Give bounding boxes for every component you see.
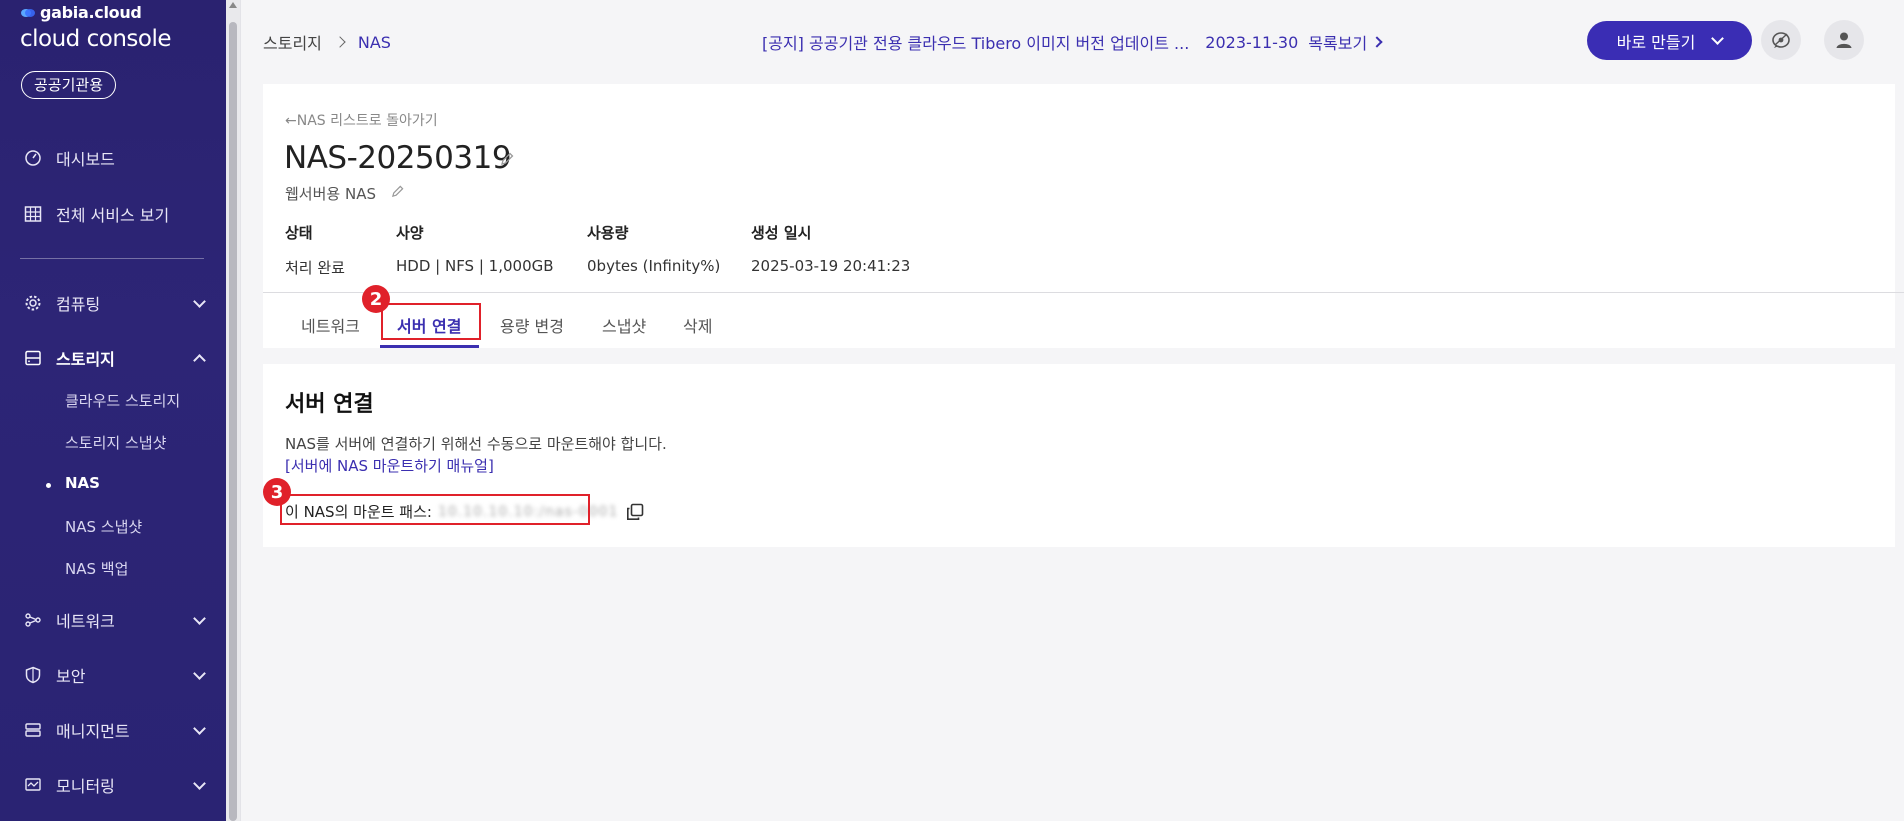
chevron-right-icon [1371, 36, 1383, 48]
sidebar-divider [20, 258, 204, 259]
nav-storage[interactable]: 스토리지 [24, 340, 206, 376]
tab-snapshot[interactable]: 스냅샷 [602, 313, 646, 337]
chevron-down-icon [1711, 31, 1725, 45]
active-bullet [46, 483, 51, 488]
profile-button[interactable] [1824, 20, 1864, 60]
public-sector-badge: 공공기관용 [21, 71, 117, 99]
info-label: 사양 [396, 224, 424, 242]
notice-date: 2023-11-30 [1205, 32, 1299, 52]
chevron-right-icon [334, 36, 346, 48]
chevron-down-icon [193, 722, 206, 735]
sub-nas-backup[interactable]: NAS 백업 [65, 558, 128, 579]
brand-title: cloud console [20, 26, 172, 52]
info-status: 상태 처리 완료 [285, 222, 345, 278]
storage-icon [25, 350, 41, 366]
nav-label: 대시보드 [56, 150, 115, 169]
highlight-mount-path [280, 494, 590, 525]
edit-title-pencil-icon[interactable] [500, 152, 514, 166]
chat-button[interactable] [1761, 20, 1801, 60]
content-separator [240, 0, 241, 821]
nas-detail-card: ←NAS 리스트로 돌아가기 NAS-20250319 웹서버용 NAS 상태 … [263, 84, 1904, 348]
edit-description-pencil-icon[interactable] [391, 185, 404, 198]
nav-label: 보안 [56, 667, 86, 686]
management-icon [25, 723, 41, 737]
card-divider [263, 292, 1904, 293]
nav-label: 컴퓨팅 [56, 295, 101, 314]
nav-computing[interactable]: 컴퓨팅 [24, 285, 206, 321]
tab-capacity-change[interactable]: 용량 변경 [500, 313, 564, 337]
breadcrumb: 스토리지 NAS [263, 30, 391, 54]
nav-label: 매니지먼트 [56, 722, 130, 741]
top-header: 스토리지 NAS [공지] 공공기관 전용 클라우드 Tibero 이미지 버전… [240, 0, 1904, 82]
scroll-thumb[interactable] [229, 22, 237, 821]
nav-label: 스토리지 [56, 350, 115, 369]
dashboard-icon [25, 150, 41, 166]
nav-all-services[interactable]: 전체 서비스 보기 [24, 196, 204, 232]
copy-icon[interactable] [626, 503, 644, 521]
nav-label: 네트워크 [56, 612, 115, 631]
chevron-down-icon [193, 777, 206, 790]
nas-description: 웹서버용 NAS [285, 185, 376, 203]
nav-label: 모니터링 [56, 777, 115, 796]
quick-create-label: 바로 만들기 [1616, 32, 1696, 52]
scroll-up-arrow-icon[interactable] [229, 2, 237, 8]
sub-storage-snapshot[interactable]: 스토리지 스냅샷 [65, 432, 166, 453]
nav-label: 전체 서비스 보기 [56, 206, 170, 225]
info-usage: 사용량 0bytes (Infinity%) [587, 222, 720, 275]
nav-monitoring[interactable]: 모니터링 [24, 767, 206, 803]
chevron-down-icon [193, 667, 206, 680]
info-label: 사용량 [587, 224, 629, 242]
grid-icon [24, 206, 42, 222]
info-value: 0bytes (Infinity%) [587, 257, 721, 275]
sidebar-scrollbar[interactable] [226, 0, 240, 821]
gear-icon [25, 295, 41, 311]
back-label: NAS 리스트로 돌아가기 [296, 113, 438, 129]
info-value: 2025-03-19 20:41:23 [751, 257, 911, 275]
user-icon [1836, 32, 1852, 48]
active-tab-indicator [380, 345, 479, 348]
back-to-nas-list[interactable]: ←NAS 리스트로 돌아가기 [285, 110, 438, 130]
server-connect-title: 서버 연결 [285, 392, 374, 417]
step-2-marker: 2 [362, 285, 390, 313]
info-created: 생성 일시 2025-03-19 20:41:23 [751, 222, 910, 275]
info-spec: 사양 HDD | NFS | 1,000GB [396, 222, 554, 275]
gabia-logo-icon [21, 8, 35, 17]
sub-nas-snapshot[interactable]: NAS 스냅샷 [65, 516, 142, 537]
breadcrumb-storage[interactable]: 스토리지 [263, 30, 322, 54]
sub-cloud-storage[interactable]: 클라우드 스토리지 [65, 390, 180, 411]
server-connect-card: 서버 연결 NAS를 서버에 연결하기 위해선 수동으로 마운트해야 합니다. … [263, 364, 1895, 547]
nav-dashboard[interactable]: 대시보드 [24, 140, 204, 176]
nav-network[interactable]: 네트워크 [24, 602, 206, 638]
tab-delete[interactable]: 삭제 [683, 313, 712, 337]
server-connect-description: NAS를 서버에 연결하기 위해선 수동으로 마운트해야 합니다. [285, 435, 667, 453]
tab-network[interactable]: 네트워크 [301, 313, 360, 337]
arrow-left-icon: ← [285, 113, 297, 129]
highlight-server-connect-tab [381, 303, 481, 340]
chevron-down-icon [193, 295, 206, 308]
nav-management[interactable]: 매니지먼트 [24, 712, 206, 748]
notice-list-link[interactable]: 목록보기 [1308, 30, 1367, 54]
step-3-marker: 3 [263, 478, 291, 506]
chat-eye-icon [1772, 32, 1790, 48]
sidebar: gabia.cloud cloud console 공공기관용 대시보드 전체 … [0, 0, 226, 821]
nas-title: NAS-20250319 [284, 140, 512, 176]
info-label: 생성 일시 [751, 224, 812, 242]
chevron-down-icon [193, 612, 206, 625]
sub-nas[interactable]: NAS [65, 474, 100, 492]
nav-security[interactable]: 보안 [24, 657, 206, 693]
shield-icon [25, 666, 41, 684]
info-label: 상태 [285, 224, 313, 242]
quick-create-button[interactable]: 바로 만들기 [1587, 21, 1752, 60]
info-value: HDD | NFS | 1,000GB [396, 257, 554, 275]
monitor-icon [25, 778, 41, 791]
gabia-logo[interactable]: gabia.cloud [20, 3, 142, 22]
network-icon [25, 613, 41, 627]
chevron-up-icon [193, 354, 206, 367]
notice-banner[interactable]: [공지] 공공기관 전용 클라우드 Tibero 이미지 버전 업데이트 ...… [762, 30, 1383, 54]
mount-manual-link[interactable]: [서버에 NAS 마운트하기 매뉴얼] [285, 455, 494, 476]
notice-text[interactable]: [공지] 공공기관 전용 클라우드 Tibero 이미지 버전 업데이트 ... [762, 30, 1189, 54]
info-value: 처리 완료 [285, 259, 345, 277]
breadcrumb-nas: NAS [357, 32, 391, 52]
brand-small-text: gabia.cloud [40, 3, 142, 22]
